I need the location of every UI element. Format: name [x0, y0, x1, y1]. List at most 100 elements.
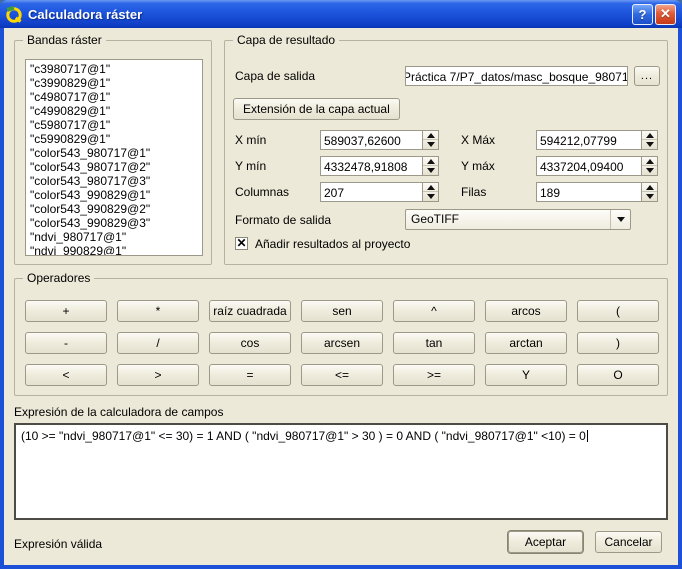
spin-down-icon[interactable] [642, 166, 657, 175]
operator-button-minus[interactable]: - [25, 332, 107, 354]
band-list[interactable]: "c3980717@1""c3990829@1""c4980717@1""c49… [25, 59, 203, 256]
ymax-spin-buttons[interactable] [641, 157, 657, 175]
window-title: Calculadora ráster [28, 7, 630, 22]
operator-button-arcos[interactable]: arcos [485, 300, 567, 322]
expression-input[interactable]: (10 >= "ndvi_980717@1" <= 30) = 1 AND ( … [14, 423, 668, 520]
operator-button-less-equal[interactable]: <= [301, 364, 383, 386]
band-item[interactable]: "color543_980717@1" [30, 146, 202, 160]
xmax-spinbox[interactable]: 594212,07799 [536, 130, 658, 150]
band-item[interactable]: "color543_990829@3" [30, 216, 202, 230]
band-item[interactable]: "c4980717@1" [30, 90, 202, 104]
operator-grid: + * raíz cuadrada sen ^ arcos ( -/ cos arcsen tana… [25, 300, 667, 386]
dialog-body: Bandas ráster "c3980717@1""c3990829@1""c… [4, 28, 678, 565]
raster-bands-group: Bandas ráster "c3980717@1""c3990829@1""c… [14, 40, 212, 265]
band-item[interactable]: "c4990829@1" [30, 104, 202, 118]
ymax-value: 4337204,09400 [537, 157, 641, 175]
operator-button-sen[interactable]: sen [301, 300, 383, 322]
operator-button-power[interactable]: ^ [393, 300, 475, 322]
spin-down-icon[interactable] [642, 192, 657, 201]
xmin-value: 589037,62600 [321, 131, 422, 149]
spin-up-icon[interactable] [642, 157, 657, 166]
spin-up-icon[interactable] [642, 183, 657, 192]
accept-button[interactable]: Aceptar [508, 531, 583, 553]
operator-button-greater-equal[interactable]: >= [393, 364, 475, 386]
spin-up-icon[interactable] [423, 131, 438, 140]
ymax-spinbox[interactable]: 4337204,09400 [536, 156, 658, 176]
columns-spinbox[interactable]: 207 [320, 182, 439, 202]
band-item[interactable]: "ndvi_990829@1" [30, 244, 202, 256]
browse-button[interactable]: ... [634, 66, 660, 86]
output-layer-value: Práctica 7/P7_datos/masc_bosque_980717.t… [405, 68, 628, 86]
output-format-value: GeoTIFF [406, 210, 610, 229]
xmax-label: X Máx [461, 133, 495, 147]
operator-button-and[interactable]: Y [485, 364, 567, 386]
ymax-label: Y máx [461, 159, 495, 173]
band-item[interactable]: "c3980717@1" [30, 62, 202, 76]
band-item[interactable]: "c5980717@1" [30, 118, 202, 132]
xmax-spin-buttons[interactable] [641, 131, 657, 149]
output-format-label: Formato de salida [235, 213, 331, 227]
cancel-button[interactable]: Cancelar [595, 531, 662, 553]
text-caret [587, 430, 588, 442]
columns-spin-buttons[interactable] [422, 183, 438, 201]
ymin-label: Y mín [235, 159, 266, 173]
ymin-spin-buttons[interactable] [422, 157, 438, 175]
operator-button-greater-than[interactable]: > [117, 364, 199, 386]
band-item[interactable]: "color543_990829@1" [30, 188, 202, 202]
operators-group-title: Operadores [23, 271, 94, 285]
rows-spin-buttons[interactable] [641, 183, 657, 201]
ymin-spinbox[interactable]: 4332478,91808 [320, 156, 439, 176]
spin-down-icon[interactable] [423, 192, 438, 201]
output-layer-input[interactable]: Práctica 7/P7_datos/masc_bosque_980717.t… [405, 66, 628, 86]
expression-value: (10 >= "ndvi_980717@1" <= 30) = 1 AND ( … [21, 429, 586, 443]
operator-button-cos[interactable]: cos [209, 332, 291, 354]
add-to-project-checkbox[interactable] [235, 237, 248, 250]
output-format-select[interactable]: GeoTIFF [405, 209, 631, 230]
operator-button-raíz-cuadrada[interactable]: raíz cuadrada [209, 300, 291, 322]
status-text: Expresión válida [14, 537, 102, 551]
raster-calculator-dialog: Calculadora ráster ? ✕ Bandas ráster "c3… [0, 0, 682, 569]
operator-button-multiply[interactable]: * [117, 300, 199, 322]
spin-up-icon[interactable] [423, 183, 438, 192]
spin-down-icon[interactable] [423, 140, 438, 149]
band-item[interactable]: "c3990829@1" [30, 76, 202, 90]
close-button[interactable]: ✕ [655, 4, 676, 25]
operator-button-close-paren[interactable]: ) [577, 332, 659, 354]
spin-up-icon[interactable] [642, 131, 657, 140]
rows-spinbox[interactable]: 189 [536, 182, 658, 202]
spin-down-icon[interactable] [423, 166, 438, 175]
spin-down-icon[interactable] [642, 140, 657, 149]
xmax-value: 594212,07799 [537, 131, 641, 149]
title-bar[interactable]: Calculadora ráster ? ✕ [0, 0, 682, 28]
qgis-logo-icon [6, 6, 23, 23]
output-layer-label: Capa de salida [235, 69, 315, 83]
columns-value: 207 [321, 183, 422, 201]
operator-button-divide[interactable]: / [117, 332, 199, 354]
add-to-project-label: Añadir resultados al proyecto [255, 237, 410, 251]
operator-button-or[interactable]: O [577, 364, 659, 386]
operators-group: Operadores +*raíz cuadradasen^arcos(-/co… [14, 278, 668, 396]
operator-button-plus[interactable]: + [25, 300, 107, 322]
operator-button-less-than[interactable]: < [25, 364, 107, 386]
columns-label: Columnas [235, 185, 289, 199]
band-item[interactable]: "color543_980717@3" [30, 174, 202, 188]
band-item[interactable]: "c5990829@1" [30, 132, 202, 146]
operator-button-equals[interactable]: = [209, 364, 291, 386]
band-item[interactable]: "color543_980717@2" [30, 160, 202, 174]
operator-button-tan[interactable]: tan [393, 332, 475, 354]
current-layer-extent-button[interactable]: Extensión de la capa actual [233, 98, 400, 120]
band-item[interactable]: "color543_990829@2" [30, 202, 202, 216]
chevron-down-icon[interactable] [610, 210, 630, 229]
spin-up-icon[interactable] [423, 157, 438, 166]
operator-button-arctan[interactable]: arctan [485, 332, 567, 354]
expression-label: Expresión de la calculadora de campos [14, 405, 223, 419]
raster-bands-group-title: Bandas ráster [23, 33, 106, 47]
xmin-spinbox[interactable]: 589037,62600 [320, 130, 439, 150]
rows-value: 189 [537, 183, 641, 201]
help-button[interactable]: ? [632, 4, 653, 25]
xmin-spin-buttons[interactable] [422, 131, 438, 149]
band-item[interactable]: "ndvi_980717@1" [30, 230, 202, 244]
operator-button-open-paren[interactable]: ( [577, 300, 659, 322]
operator-button-arcsen[interactable]: arcsen [301, 332, 383, 354]
ymin-value: 4332478,91808 [321, 157, 422, 175]
